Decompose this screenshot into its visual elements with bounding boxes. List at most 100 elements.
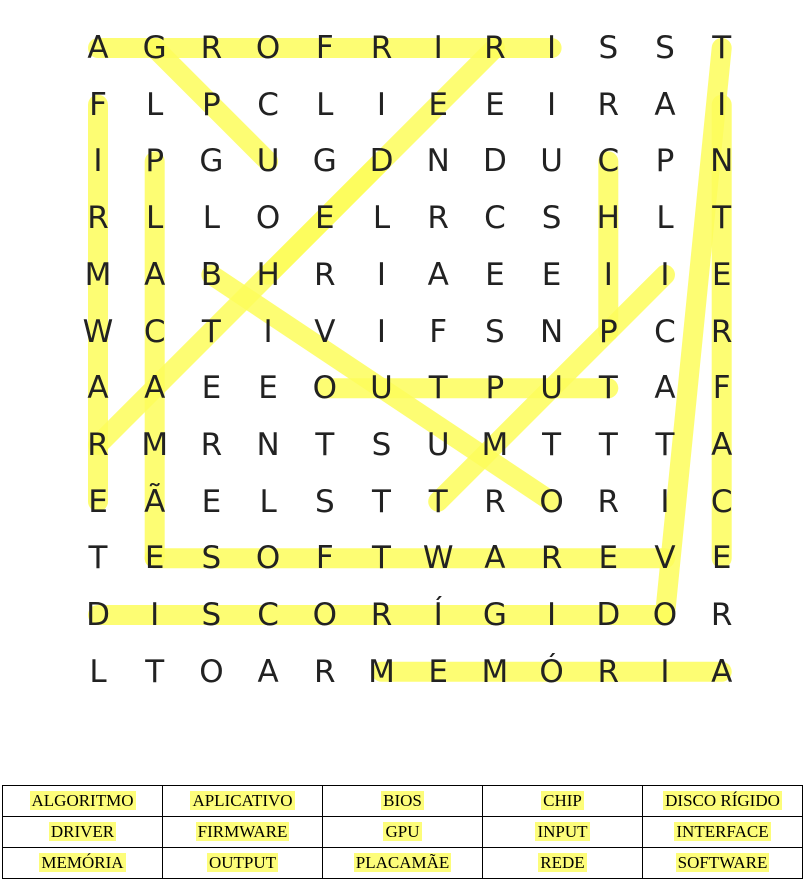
grid-letter[interactable]: G	[297, 133, 353, 189]
grid-letter[interactable]: I	[410, 20, 466, 76]
grid-letter[interactable]: A	[240, 644, 296, 700]
grid-letter[interactable]: M	[354, 644, 410, 700]
grid-letter[interactable]: R	[70, 190, 126, 246]
grid-letter[interactable]: R	[354, 587, 410, 643]
grid-letter[interactable]: P	[580, 304, 636, 360]
grid-letter[interactable]: M	[70, 247, 126, 303]
grid-letter[interactable]: A	[127, 360, 183, 416]
grid-letter[interactable]: F	[297, 20, 353, 76]
grid-letter[interactable]: T	[694, 190, 750, 246]
grid-letter[interactable]: S	[637, 20, 693, 76]
grid-letter[interactable]: R	[354, 20, 410, 76]
grid-letter[interactable]: R	[580, 644, 636, 700]
grid-letter[interactable]: A	[127, 247, 183, 303]
grid-letter[interactable]: V	[637, 530, 693, 586]
grid-letter[interactable]: I	[240, 304, 296, 360]
grid-letter[interactable]: Í	[410, 587, 466, 643]
grid-letter[interactable]: D	[70, 587, 126, 643]
grid-letter[interactable]: F	[297, 530, 353, 586]
grid-letter[interactable]: O	[637, 587, 693, 643]
grid-letter[interactable]: I	[637, 247, 693, 303]
grid-letter[interactable]: I	[70, 133, 126, 189]
grid-letter[interactable]: E	[467, 77, 523, 133]
grid-letter[interactable]: T	[410, 474, 466, 530]
grid-letter[interactable]: U	[354, 360, 410, 416]
grid-letter[interactable]: C	[127, 304, 183, 360]
grid-letter[interactable]: I	[354, 77, 410, 133]
grid-letter[interactable]: G	[467, 587, 523, 643]
grid-letter[interactable]: E	[580, 530, 636, 586]
grid-letter[interactable]: C	[240, 77, 296, 133]
grid-letter[interactable]: S	[354, 417, 410, 473]
grid-letter[interactable]: C	[694, 474, 750, 530]
grid-letter[interactable]: I	[580, 247, 636, 303]
grid-letter[interactable]: S	[467, 304, 523, 360]
grid-letter[interactable]: R	[694, 304, 750, 360]
grid-letter[interactable]: I	[637, 474, 693, 530]
grid-letter[interactable]: L	[183, 190, 239, 246]
grid-letter[interactable]: D	[354, 133, 410, 189]
grid-letter[interactable]: E	[524, 247, 580, 303]
grid-letter[interactable]: M	[127, 417, 183, 473]
grid-letter[interactable]: O	[240, 20, 296, 76]
grid-letter[interactable]: A	[410, 247, 466, 303]
grid-letter[interactable]: V	[297, 304, 353, 360]
grid-letter[interactable]: A	[694, 644, 750, 700]
grid-letter[interactable]: E	[410, 644, 466, 700]
grid-letter[interactable]: A	[637, 360, 693, 416]
grid-letter[interactable]: E	[183, 474, 239, 530]
grid-letter[interactable]: P	[127, 133, 183, 189]
grid-letter[interactable]: O	[297, 360, 353, 416]
grid-letter[interactable]: T	[183, 304, 239, 360]
grid-letter[interactable]: D	[580, 587, 636, 643]
grid-letter[interactable]: E	[694, 247, 750, 303]
grid-letter[interactable]: C	[240, 587, 296, 643]
grid-letter[interactable]: O	[297, 587, 353, 643]
grid-letter[interactable]: T	[354, 530, 410, 586]
grid-letter[interactable]: W	[70, 304, 126, 360]
grid-letter[interactable]: R	[183, 417, 239, 473]
grid-letter[interactable]: R	[183, 20, 239, 76]
grid-letter[interactable]: R	[297, 247, 353, 303]
grid-letter[interactable]: C	[467, 190, 523, 246]
grid-letter[interactable]: T	[637, 417, 693, 473]
grid-letter[interactable]: O	[183, 644, 239, 700]
grid-letter[interactable]: T	[580, 360, 636, 416]
grid-letter[interactable]: A	[467, 530, 523, 586]
grid-letter[interactable]: R	[410, 190, 466, 246]
grid-letter[interactable]: I	[354, 304, 410, 360]
grid-letter[interactable]: U	[240, 133, 296, 189]
grid-letter[interactable]: N	[524, 304, 580, 360]
grid-letter[interactable]: S	[183, 587, 239, 643]
grid-letter[interactable]: R	[524, 530, 580, 586]
grid-letter[interactable]: G	[183, 133, 239, 189]
grid-letter[interactable]: L	[127, 77, 183, 133]
grid-letter[interactable]: P	[637, 133, 693, 189]
grid-letter[interactable]: C	[580, 133, 636, 189]
grid-letter[interactable]: Ó	[524, 644, 580, 700]
grid-letter[interactable]: U	[524, 133, 580, 189]
grid-letter[interactable]: W	[410, 530, 466, 586]
grid-letter[interactable]: I	[524, 587, 580, 643]
grid-letter[interactable]: L	[127, 190, 183, 246]
grid-letter[interactable]: H	[240, 247, 296, 303]
grid-letter[interactable]: U	[524, 360, 580, 416]
grid-letter[interactable]: E	[240, 360, 296, 416]
grid-letter[interactable]: S	[524, 190, 580, 246]
grid-letter[interactable]: R	[580, 474, 636, 530]
grid-letter[interactable]: L	[70, 644, 126, 700]
grid-letter[interactable]: S	[297, 474, 353, 530]
grid-letter[interactable]: R	[580, 77, 636, 133]
grid-letter[interactable]: E	[467, 247, 523, 303]
grid-letter[interactable]: S	[183, 530, 239, 586]
grid-letter[interactable]: T	[297, 417, 353, 473]
grid-letter[interactable]: F	[694, 360, 750, 416]
grid-letter[interactable]: R	[467, 474, 523, 530]
grid-letter[interactable]: T	[580, 417, 636, 473]
grid-letter[interactable]: M	[467, 644, 523, 700]
grid-letter[interactable]: L	[240, 474, 296, 530]
grid-letter[interactable]: G	[127, 20, 183, 76]
grid-letter[interactable]: I	[354, 247, 410, 303]
grid-letter[interactable]: T	[127, 644, 183, 700]
grid-letter[interactable]: I	[694, 77, 750, 133]
